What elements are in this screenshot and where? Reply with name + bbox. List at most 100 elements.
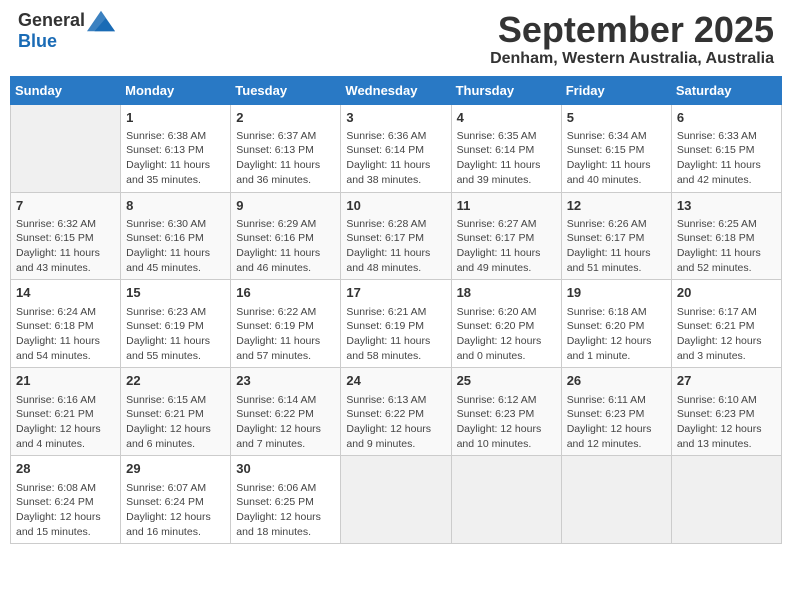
sunset-text: Sunset: 6:21 PM <box>16 407 115 422</box>
daylight-minutes: and 38 minutes. <box>346 173 445 188</box>
day-number: 24 <box>346 372 445 390</box>
cell-details: Sunrise: 6:28 AMSunset: 6:17 PMDaylight:… <box>346 217 445 276</box>
daylight-minutes: and 12 minutes. <box>567 437 666 452</box>
sunrise-text: Sunrise: 6:28 AM <box>346 217 445 232</box>
sunset-text: Sunset: 6:20 PM <box>567 319 666 334</box>
daylight-hours: Daylight: 12 hours <box>16 422 115 437</box>
daylight-hours: Daylight: 12 hours <box>126 510 225 525</box>
sunset-text: Sunset: 6:19 PM <box>126 319 225 334</box>
day-number: 29 <box>126 460 225 478</box>
daylight-minutes: and 4 minutes. <box>16 437 115 452</box>
calendar-week-row: 28Sunrise: 6:08 AMSunset: 6:24 PMDayligh… <box>11 456 782 544</box>
daylight-minutes: and 46 minutes. <box>236 261 335 276</box>
month-title: September 2025 <box>490 10 774 50</box>
calendar-cell: 6Sunrise: 6:33 AMSunset: 6:15 PMDaylight… <box>671 104 781 192</box>
calendar-cell <box>11 104 121 192</box>
cell-details: Sunrise: 6:29 AMSunset: 6:16 PMDaylight:… <box>236 217 335 276</box>
daylight-minutes: and 0 minutes. <box>457 349 556 364</box>
cell-details: Sunrise: 6:21 AMSunset: 6:19 PMDaylight:… <box>346 305 445 364</box>
daylight-hours: Daylight: 11 hours <box>346 334 445 349</box>
sunrise-text: Sunrise: 6:33 AM <box>677 129 776 144</box>
day-number: 16 <box>236 284 335 302</box>
day-number: 17 <box>346 284 445 302</box>
calendar-cell: 16Sunrise: 6:22 AMSunset: 6:19 PMDayligh… <box>231 280 341 368</box>
daylight-hours: Daylight: 11 hours <box>126 158 225 173</box>
calendar-cell: 22 Sunrise: 6:15 AMSunset: 6:21 PMDayligh… <box>121 368 231 456</box>
calendar-cell: 29 Sunrise: 6:07 AMSunset: 6:24 PMDayligh… <box>121 456 231 544</box>
day-number: 18 <box>457 284 556 302</box>
day-number: 23 <box>236 372 335 390</box>
calendar-cell <box>341 456 451 544</box>
sunrise-text: Sunrise: 6:06 AM <box>236 481 335 496</box>
daylight-hours: Daylight: 12 hours <box>677 334 776 349</box>
logo-blue: Blue <box>18 31 57 51</box>
calendar-cell: 23 Sunrise: 6:14 AMSunset: 6:22 PMDayligh… <box>231 368 341 456</box>
sunrise-text: Sunrise: 6:08 AM <box>16 481 115 496</box>
day-number: 28 <box>16 460 115 478</box>
title-block: September 2025 Denham, Western Australia… <box>490 10 774 68</box>
calendar-cell <box>451 456 561 544</box>
sunset-text: Sunset: 6:14 PM <box>346 143 445 158</box>
daylight-minutes: and 36 minutes. <box>236 173 335 188</box>
daylight-hours: Daylight: 11 hours <box>126 246 225 261</box>
cell-details: Sunrise: 6:16 AMSunset: 6:21 PMDaylight:… <box>16 393 115 452</box>
cell-details: Sunrise: 6:15 AMSunset: 6:21 PMDaylight:… <box>126 393 225 452</box>
calendar-cell <box>671 456 781 544</box>
sunset-text: Sunset: 6:14 PM <box>457 143 556 158</box>
calendar-week-row: 21Sunrise: 6:16 AMSunset: 6:21 PMDayligh… <box>11 368 782 456</box>
daylight-hours: Daylight: 12 hours <box>677 422 776 437</box>
day-number: 22 <box>126 372 225 390</box>
weekday-header: Saturday <box>671 76 781 104</box>
logo-icon <box>87 10 115 32</box>
daylight-minutes: and 15 minutes. <box>16 525 115 540</box>
calendar-cell: 19Sunrise: 6:18 AMSunset: 6:20 PMDayligh… <box>561 280 671 368</box>
weekday-header: Monday <box>121 76 231 104</box>
cell-details: Sunrise: 6:18 AMSunset: 6:20 PMDaylight:… <box>567 305 666 364</box>
calendar-cell <box>561 456 671 544</box>
calendar-table: SundayMondayTuesdayWednesdayThursdayFrid… <box>10 76 782 545</box>
sunrise-text: Sunrise: 6:38 AM <box>126 129 225 144</box>
sunset-text: Sunset: 6:17 PM <box>346 231 445 246</box>
sunset-text: Sunset: 6:17 PM <box>567 231 666 246</box>
day-number: 27 <box>677 372 776 390</box>
cell-details: Sunrise: 6:27 AMSunset: 6:17 PMDaylight:… <box>457 217 556 276</box>
daylight-hours: Daylight: 11 hours <box>236 334 335 349</box>
calendar-cell: 7Sunrise: 6:32 AMSunset: 6:15 PMDaylight… <box>11 192 121 280</box>
cell-details: Sunrise: 6:25 AMSunset: 6:18 PMDaylight:… <box>677 217 776 276</box>
sunset-text: Sunset: 6:23 PM <box>677 407 776 422</box>
sunrise-text: Sunrise: 6:13 AM <box>346 393 445 408</box>
weekday-header: Sunday <box>11 76 121 104</box>
sunrise-text: Sunrise: 6:20 AM <box>457 305 556 320</box>
daylight-minutes: and 48 minutes. <box>346 261 445 276</box>
sunrise-text: Sunrise: 6:24 AM <box>16 305 115 320</box>
sunrise-text: Sunrise: 6:26 AM <box>567 217 666 232</box>
daylight-hours: Daylight: 11 hours <box>457 158 556 173</box>
day-number: 3 <box>346 109 445 127</box>
sunset-text: Sunset: 6:15 PM <box>567 143 666 158</box>
cell-details: Sunrise: 6:20 AMSunset: 6:20 PMDaylight:… <box>457 305 556 364</box>
day-number: 1 <box>126 109 225 127</box>
day-number: 9 <box>236 197 335 215</box>
calendar-cell: 3Sunrise: 6:36 AMSunset: 6:14 PMDaylight… <box>341 104 451 192</box>
sunset-text: Sunset: 6:20 PM <box>457 319 556 334</box>
daylight-minutes: and 39 minutes. <box>457 173 556 188</box>
daylight-minutes: and 52 minutes. <box>677 261 776 276</box>
daylight-hours: Daylight: 12 hours <box>126 422 225 437</box>
sunset-text: Sunset: 6:21 PM <box>677 319 776 334</box>
cell-details: Sunrise: 6:07 AMSunset: 6:24 PMDaylight:… <box>126 481 225 540</box>
daylight-minutes: and 6 minutes. <box>126 437 225 452</box>
cell-details: Sunrise: 6:06 AMSunset: 6:25 PMDaylight:… <box>236 481 335 540</box>
cell-details: Sunrise: 6:14 AMSunset: 6:22 PMDaylight:… <box>236 393 335 452</box>
day-number: 12 <box>567 197 666 215</box>
calendar-cell: 9 Sunrise: 6:29 AMSunset: 6:16 PMDaylight… <box>231 192 341 280</box>
sunrise-text: Sunrise: 6:10 AM <box>677 393 776 408</box>
calendar-cell: 10Sunrise: 6:28 AMSunset: 6:17 PMDayligh… <box>341 192 451 280</box>
calendar-cell: 30Sunrise: 6:06 AMSunset: 6:25 PMDayligh… <box>231 456 341 544</box>
cell-details: Sunrise: 6:37 AMSunset: 6:13 PMDaylight:… <box>236 129 335 188</box>
daylight-minutes: and 13 minutes. <box>677 437 776 452</box>
sunrise-text: Sunrise: 6:37 AM <box>236 129 335 144</box>
daylight-minutes: and 51 minutes. <box>567 261 666 276</box>
sunset-text: Sunset: 6:19 PM <box>236 319 335 334</box>
daylight-hours: Daylight: 11 hours <box>567 158 666 173</box>
sunrise-text: Sunrise: 6:07 AM <box>126 481 225 496</box>
